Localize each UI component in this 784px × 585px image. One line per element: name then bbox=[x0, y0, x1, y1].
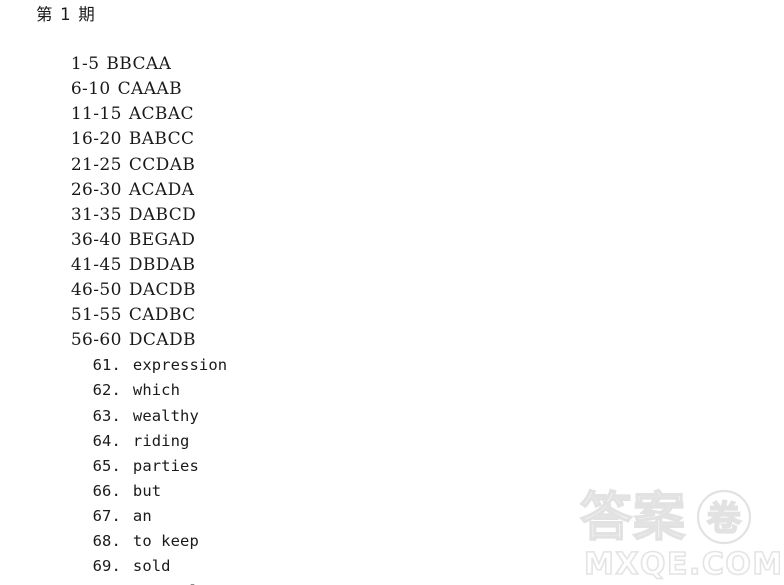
range-answers: DBDAB bbox=[128, 254, 196, 275]
question-number: 65. bbox=[92, 456, 121, 475]
range-answers: CCDAB bbox=[128, 154, 196, 175]
answer-word: but bbox=[132, 481, 162, 500]
question-number: 63. bbox=[92, 406, 121, 425]
question-number: 69. bbox=[92, 557, 121, 576]
watermark-circle-outline bbox=[696, 489, 752, 545]
question-number: 64. bbox=[92, 431, 121, 450]
question-number: 61. bbox=[92, 356, 121, 375]
range-answers: BEGAD bbox=[128, 229, 196, 250]
range-answers: DACDB bbox=[128, 280, 196, 301]
range-label: 51-55 bbox=[70, 305, 122, 326]
answer-key-list: 第 1 期 1-5 BBCAA 6-10 CAAAB 11-15 ACBAC 16-2… bbox=[36, 2, 556, 585]
range-answers: CADBC bbox=[128, 305, 196, 326]
range-label: 41-45 bbox=[70, 254, 122, 275]
answer-word: wealthy bbox=[132, 406, 199, 425]
range-label: 56-60 bbox=[70, 330, 122, 351]
watermark-cjk-text: 答案 bbox=[580, 488, 686, 548]
answer-word: which bbox=[132, 381, 181, 400]
range-answers: ACBAC bbox=[128, 104, 194, 125]
question-number: 67. bbox=[92, 506, 121, 525]
range-label: 46-50 bbox=[70, 280, 122, 301]
range-label: 6-10 bbox=[70, 79, 111, 100]
question-number: 68. bbox=[92, 531, 121, 550]
watermark-domain-text: MXQE.COM bbox=[584, 547, 780, 582]
answer-word: parties bbox=[132, 456, 199, 475]
range-label: 16-20 bbox=[70, 129, 122, 150]
page-title: 第 1 期 bbox=[36, 5, 96, 24]
range-label: 36-40 bbox=[70, 229, 122, 250]
range-answers: BBCAA bbox=[106, 54, 172, 75]
range-label: 26-30 bbox=[70, 179, 122, 200]
range-answers: CAAAB bbox=[117, 79, 182, 100]
range-answers: ACADA bbox=[128, 179, 195, 200]
answer-word: an bbox=[132, 506, 152, 525]
question-number: 62. bbox=[92, 381, 121, 400]
watermark-circle-char: 卷 bbox=[707, 499, 742, 539]
answer-word: expression bbox=[132, 356, 228, 375]
range-answers: DABCD bbox=[128, 204, 197, 225]
answer-word: to keep bbox=[132, 531, 199, 550]
question-number: 66. bbox=[92, 481, 121, 500]
range-label: 21-25 bbox=[70, 154, 122, 175]
range-answers: BABCC bbox=[128, 129, 195, 150]
range-answers: DCADB bbox=[128, 330, 196, 351]
range-label: 1-5 bbox=[70, 54, 100, 75]
site-watermark: 答案 卷 MXQE.COM bbox=[576, 479, 780, 583]
answer-word: riding bbox=[132, 431, 190, 450]
answer-row-range: 1-5 BBCAA bbox=[36, 27, 556, 74]
range-label: 11-15 bbox=[70, 104, 122, 125]
range-label: 31-35 bbox=[70, 204, 122, 225]
document-page: 第 1 期 1-5 BBCAA 6-10 CAAAB 11-15 ACBAC 16-2… bbox=[0, 0, 784, 585]
answer-word: sold bbox=[132, 557, 171, 576]
